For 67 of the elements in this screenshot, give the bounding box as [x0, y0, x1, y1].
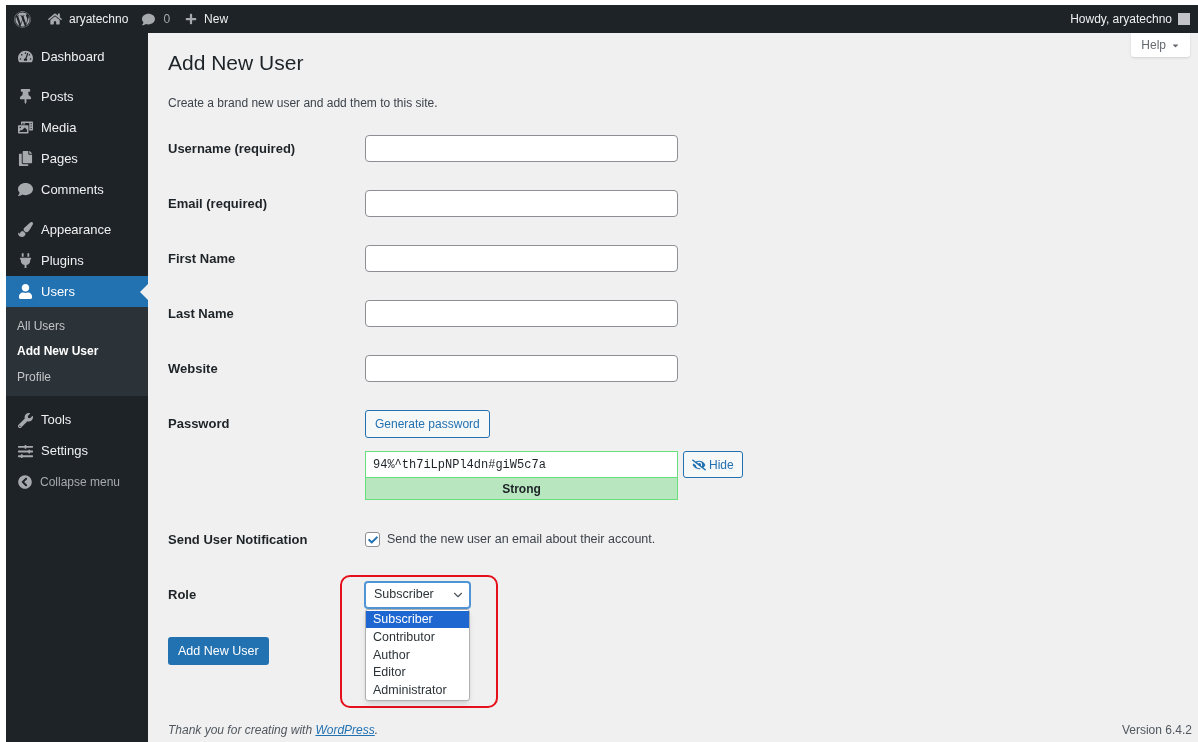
home-icon — [48, 12, 62, 26]
role-option[interactable]: Contributor — [366, 628, 469, 647]
submenu-item[interactable]: All Users — [6, 313, 148, 339]
field-label: Password — [168, 414, 231, 433]
site-name-link[interactable]: aryatechno — [48, 10, 129, 28]
text-input[interactable] — [365, 355, 678, 382]
plus-icon — [185, 13, 198, 25]
sidebar-item[interactable]: Appearance — [6, 214, 148, 245]
comment-icon — [142, 12, 156, 26]
field-label: Username (required) — [168, 139, 297, 158]
field-label: Last Name — [168, 304, 235, 323]
pages-icon — [18, 151, 33, 166]
role-option[interactable]: Author — [366, 646, 469, 664]
notification-checkbox[interactable] — [365, 532, 380, 547]
text-input[interactable] — [365, 300, 678, 327]
role-option[interactable]: Editor — [366, 663, 469, 682]
dashboard-icon — [18, 49, 33, 64]
page-description: Create a brand new user and add them to this site. — [168, 95, 439, 112]
sidebar-item[interactable]: Settings — [6, 435, 148, 467]
field-label: First Name — [168, 249, 237, 268]
checkbox-label: Send the new user an email about their account. — [387, 531, 656, 549]
pin-icon — [18, 89, 33, 104]
role-option[interactable]: Subscriber — [366, 610, 469, 629]
howdy-link[interactable]: Howdy, aryatechno — [1070, 10, 1172, 28]
collapse-icon — [18, 475, 32, 489]
brush-icon — [18, 222, 33, 237]
role-option[interactable]: Administrator — [366, 681, 469, 700]
help-tab[interactable]: Help — [1131, 33, 1190, 57]
submenu-item[interactable]: Add New User — [6, 338, 148, 364]
sidebar-item[interactable]: Pages — [6, 143, 148, 174]
field-label: Website — [168, 359, 219, 378]
password-input[interactable]: 94%^th7iLpNPl4dn#giW5c7a — [365, 451, 678, 477]
text-input[interactable] — [365, 135, 678, 162]
page-title: Add New User — [168, 50, 305, 76]
sidebar-item[interactable]: Comments — [6, 174, 148, 205]
role-select[interactable]: Subscriber — [365, 581, 470, 608]
wordpress-link[interactable]: WordPress — [315, 723, 375, 737]
field-label: Role — [168, 585, 198, 604]
field-label: Email (required) — [168, 194, 268, 213]
eye-slash-icon — [692, 457, 706, 472]
add-new-user-button[interactable]: Add New User — [168, 637, 269, 665]
media-icon — [18, 120, 33, 135]
sidebar-item[interactable]: Tools — [6, 404, 148, 436]
user-icon — [18, 284, 33, 299]
hide-password-button[interactable]: Hide — [683, 451, 743, 478]
sliders-icon — [18, 443, 33, 459]
new-link[interactable]: New — [185, 10, 229, 28]
text-input[interactable] — [365, 190, 678, 217]
version-text: Version 6.4.2 — [1121, 722, 1192, 739]
sidebar-item[interactable]: Plugins — [6, 245, 148, 276]
wordpress-logo-icon[interactable] — [14, 10, 31, 28]
collapse-menu-button[interactable]: Collapse menu — [6, 466, 148, 498]
sidebar-item[interactable]: Posts — [6, 81, 148, 112]
check-icon — [367, 534, 378, 545]
footer-text: Thank you for creating with WordPress. — [168, 722, 379, 739]
field-label: Send User Notification — [168, 530, 309, 549]
password-strength-meter: Strong — [365, 477, 678, 500]
submenu-item[interactable]: Profile — [6, 364, 148, 390]
sidebar-item[interactable]: Dashboard — [6, 41, 148, 72]
wrench-icon — [18, 412, 33, 428]
sidebar-item[interactable]: Users — [6, 276, 148, 307]
generate-password-button[interactable]: Generate password — [365, 409, 490, 438]
plug-icon — [18, 253, 33, 268]
text-input[interactable] — [365, 245, 678, 272]
sidebar-item[interactable]: Media — [6, 112, 148, 143]
comments-link[interactable]: 0 — [142, 10, 171, 28]
comment-icon — [18, 182, 33, 197]
